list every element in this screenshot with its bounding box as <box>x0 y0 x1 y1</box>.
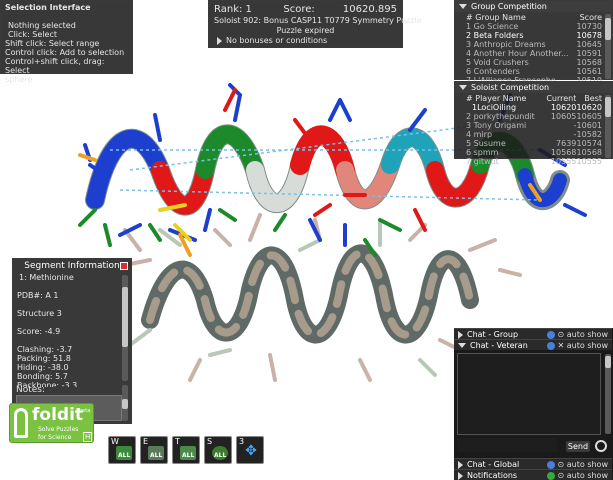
send-button[interactable]: Send <box>566 441 590 452</box>
soloist-scrollbar[interactable] <box>605 95 611 158</box>
wiggle-all-button[interactable]: W ALL <box>108 436 136 464</box>
notes-scrollbar[interactable] <box>122 385 128 421</box>
selection-line: Nothing selected <box>8 21 76 30</box>
segment-score: Score: -4.9 <box>17 327 61 336</box>
sidechain-all-button[interactable]: S ALL <box>204 436 232 464</box>
info-icon[interactable] <box>546 460 555 469</box>
table-row[interactable]: 1LociOiling 10620 10620 <box>466 103 602 112</box>
logo-tagline-1: Solve Puzzles <box>38 426 79 433</box>
selection-line: Control click: Add to selection <box>5 48 125 57</box>
logo-hotkey: H <box>83 432 93 442</box>
chat-message-area <box>457 353 601 435</box>
move-icon: ✥ <box>245 443 257 459</box>
chat-group-tab[interactable]: Chat - Group ⊙ auto show <box>454 328 612 339</box>
expand-icon <box>458 330 463 339</box>
chat-scrollbar[interactable] <box>605 354 611 434</box>
notes-label: Notes: <box>16 385 46 395</box>
puzzle-status: Puzzle expired <box>276 26 335 35</box>
bonus-text: No bonuses or conditions <box>226 36 328 45</box>
table-row[interactable]: 6 spmm 10568 10568 <box>466 148 602 157</box>
clock-icon[interactable] <box>595 440 607 452</box>
info-icon[interactable] <box>546 341 555 350</box>
table-row[interactable]: 3 Tony Origami -10601 <box>466 121 602 130</box>
selection-interface-panel: Selection Interface Nothing selected Cli… <box>0 0 133 84</box>
puzzle-name: Soloist 902: Bonus CASP11 T0779 Symmetry… <box>214 16 422 25</box>
info-icon[interactable] <box>546 330 555 339</box>
close-icon[interactable] <box>120 262 128 270</box>
table-row[interactable]: 7 gitwut 10555 10555 <box>466 157 602 166</box>
selection-line: Control+shift click, drag: Select <box>5 57 105 75</box>
soloist-competition-panel: Soloist Competition # Player Name Current… <box>454 81 613 166</box>
auto-show-toggle[interactable]: ✕ auto show <box>558 340 608 351</box>
logo-beta: beta <box>79 408 91 414</box>
packing-value: Packing: 51.8 <box>17 354 71 363</box>
expand-icon <box>458 460 463 469</box>
clashing-value: Clashing: -3.7 <box>17 345 73 354</box>
chat-panel: Chat - Group ⊙ auto show Chat - Veteran … <box>454 328 613 480</box>
table-row[interactable]: 4 mirp -10582 <box>466 130 602 139</box>
expand-icon <box>458 471 463 480</box>
selection-line: sphere <box>5 75 33 84</box>
group-table-header: # Group Name Score <box>466 13 602 22</box>
selection-line: Click: Select <box>8 30 57 39</box>
rank-label: Rank: 1 <box>214 4 252 15</box>
table-row[interactable]: 2 Beta Folders 10678 <box>466 31 602 40</box>
table-row[interactable]: 2 porkythepundit 10605 10605 <box>466 112 602 121</box>
logo-tagline-2: for Science <box>38 434 72 441</box>
ribbon-icon <box>14 408 28 438</box>
table-row[interactable]: 6 Contenders 10561 <box>466 67 602 76</box>
foldit-logo[interactable]: foldit beta Solve Puzzles for Science H <box>9 403 94 443</box>
collapse-icon <box>458 343 466 348</box>
expand-icon <box>217 36 222 45</box>
segment-info-panel: Segment Information 1: Methionine PDB#: … <box>12 258 132 424</box>
table-row[interactable]: 5 Void Crushers 10568 <box>466 58 602 67</box>
notifications-tab[interactable]: Notifications ⊙ auto show <box>454 469 612 480</box>
residue-name: 1: Methionine <box>19 273 74 282</box>
group-scrollbar[interactable] <box>605 14 611 79</box>
group-competition-header[interactable]: Group Competition <box>455 1 612 12</box>
group-competition-panel: Group Competition # Group Name Score 1 Go… <box>454 0 613 85</box>
chat-input[interactable] <box>457 438 557 452</box>
chat-global-tab[interactable]: Chat - Global ⊙ auto show <box>454 458 612 469</box>
segment-scrollbar[interactable] <box>122 275 128 381</box>
hiding-value: Hiding: -38.0 <box>17 363 69 372</box>
score-value: 10620.895 <box>342 4 397 15</box>
tweak-all-button[interactable]: T ALL <box>172 436 200 464</box>
auto-show-toggle[interactable]: ⊙ auto show <box>558 470 608 480</box>
score-label: Score: <box>283 4 315 15</box>
pdb-number: PDB#: A 1 <box>17 291 59 300</box>
chat-veteran-tab[interactable]: Chat - Veteran ✕ auto show <box>454 339 612 350</box>
collapse-icon <box>459 85 467 90</box>
table-row[interactable]: 3 Anthropic Dreams 10645 <box>466 40 602 49</box>
shake-all-button[interactable]: E ALL <box>140 436 168 464</box>
selection-title: Selection Interface <box>5 3 91 12</box>
soloist-table-header: # Player Name Current Best <box>466 94 602 103</box>
bonding-value: Bonding: 5.7 <box>17 372 68 381</box>
rear-helix <box>141 244 479 344</box>
status-icon[interactable] <box>546 471 555 480</box>
table-row[interactable]: 5 Susume 7639 10574 <box>466 139 602 148</box>
score-panel: Rank: 1 Score: 10620.895 Soloist 902: Bo… <box>208 0 422 48</box>
segment-info-header[interactable]: Segment Information <box>13 259 131 273</box>
logo-name: foldit <box>32 405 84 425</box>
soloist-competition-header[interactable]: Soloist Competition <box>455 82 612 93</box>
collapse-icon <box>459 4 467 9</box>
bonus-toggle[interactable]: No bonuses or conditions <box>214 36 397 46</box>
structure-type: Structure 3 <box>17 309 62 318</box>
table-row[interactable]: 1 Go Science 10730 <box>466 22 602 31</box>
move-tool-button[interactable]: 3 ✥ <box>236 436 264 464</box>
table-row[interactable]: 4 Another Hour Another... 10591 <box>466 49 602 58</box>
selection-line: Shift click: Select range <box>5 39 100 48</box>
